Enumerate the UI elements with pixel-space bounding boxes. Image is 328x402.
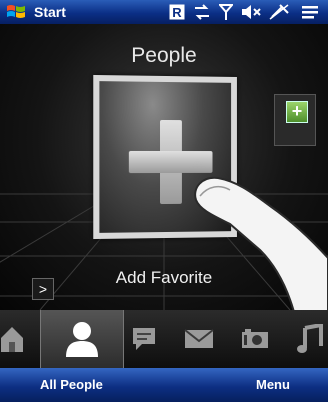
camera-icon	[242, 329, 268, 348]
tab-mail[interactable]	[176, 310, 222, 368]
windows-logo-icon[interactable]	[6, 3, 26, 21]
no-signal-icon	[268, 3, 290, 21]
tab-photos[interactable]	[232, 310, 278, 368]
add-icon[interactable]: +	[286, 101, 308, 123]
data-activity-icon	[193, 3, 211, 21]
envelope-icon	[184, 329, 214, 348]
tab-messages[interactable]	[124, 310, 164, 368]
roaming-icon: R	[169, 3, 185, 21]
tab-music[interactable]	[292, 310, 328, 368]
speech-bubble-icon	[133, 328, 155, 350]
next-arrow-button[interactable]: >	[32, 278, 54, 300]
music-note-icon	[297, 324, 323, 353]
softkey-bar: All People Menu	[0, 368, 328, 402]
tab-home[interactable]	[0, 310, 30, 368]
person-icon	[66, 322, 98, 357]
tab-people[interactable]	[40, 310, 124, 368]
people-panel: People + Add Favorite >	[0, 24, 328, 310]
signal-icon	[219, 3, 233, 21]
finger-hand-icon	[194, 176, 328, 310]
all-people-softkey[interactable]: All People	[40, 377, 103, 392]
menu-softkey[interactable]: Menu	[256, 377, 290, 392]
start-label[interactable]: Start	[34, 4, 66, 20]
tab-bar	[0, 310, 328, 368]
svg-text:R: R	[172, 5, 182, 20]
plus-icon-bar	[128, 150, 213, 174]
menu-lines-icon[interactable]	[300, 3, 320, 21]
speaker-muted-icon	[241, 3, 261, 21]
house-icon	[1, 327, 23, 352]
status-bar: Start R	[0, 0, 328, 24]
page-title: People	[131, 44, 197, 67]
